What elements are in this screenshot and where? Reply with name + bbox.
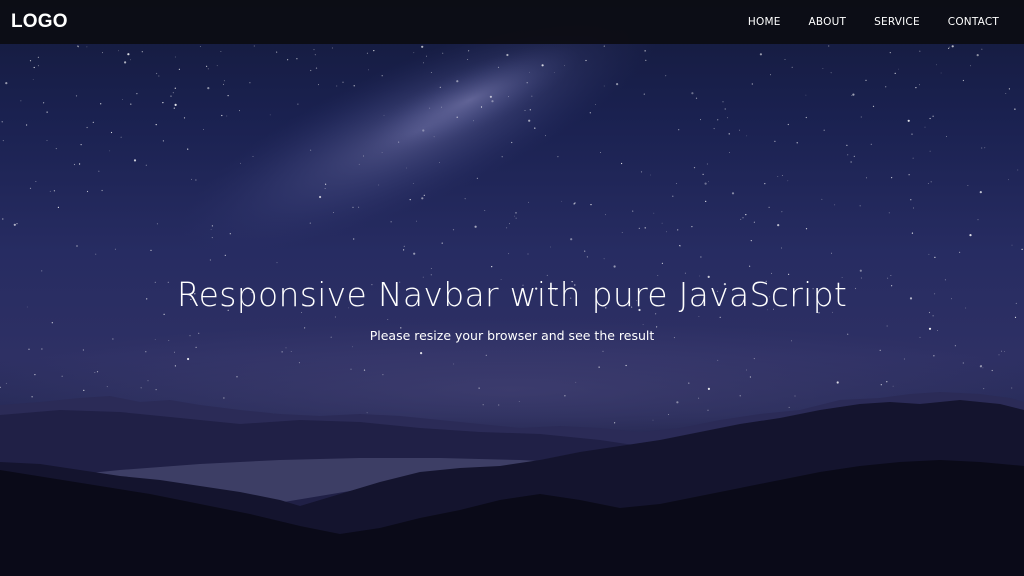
hero-section: Responsive Navbar with pure JavaScript P…	[0, 270, 1024, 345]
page: LOGO HOME ABOUT SERVICE CONTACT Responsi…	[0, 0, 1024, 576]
nav-item-home: HOME	[734, 16, 795, 28]
hero-title: Responsive Navbar with pure JavaScript	[176, 275, 848, 314]
nav-link-about[interactable]: ABOUT	[795, 16, 861, 28]
logo[interactable]: LOGO	[11, 11, 68, 33]
nav-link-home[interactable]: HOME	[734, 16, 795, 28]
nav-item-about: ABOUT	[795, 16, 861, 28]
hero-subtitle: Please resize your browser and see the r…	[369, 328, 655, 343]
nav-item-contact: CONTACT	[934, 16, 999, 28]
nav-link-service[interactable]: SERVICE	[860, 16, 934, 28]
nav-links: HOME ABOUT SERVICE CONTACT	[734, 16, 999, 28]
nav-link-contact[interactable]: CONTACT	[934, 16, 999, 28]
navbar: LOGO HOME ABOUT SERVICE CONTACT	[0, 0, 1024, 44]
nav-item-service: SERVICE	[860, 16, 934, 28]
